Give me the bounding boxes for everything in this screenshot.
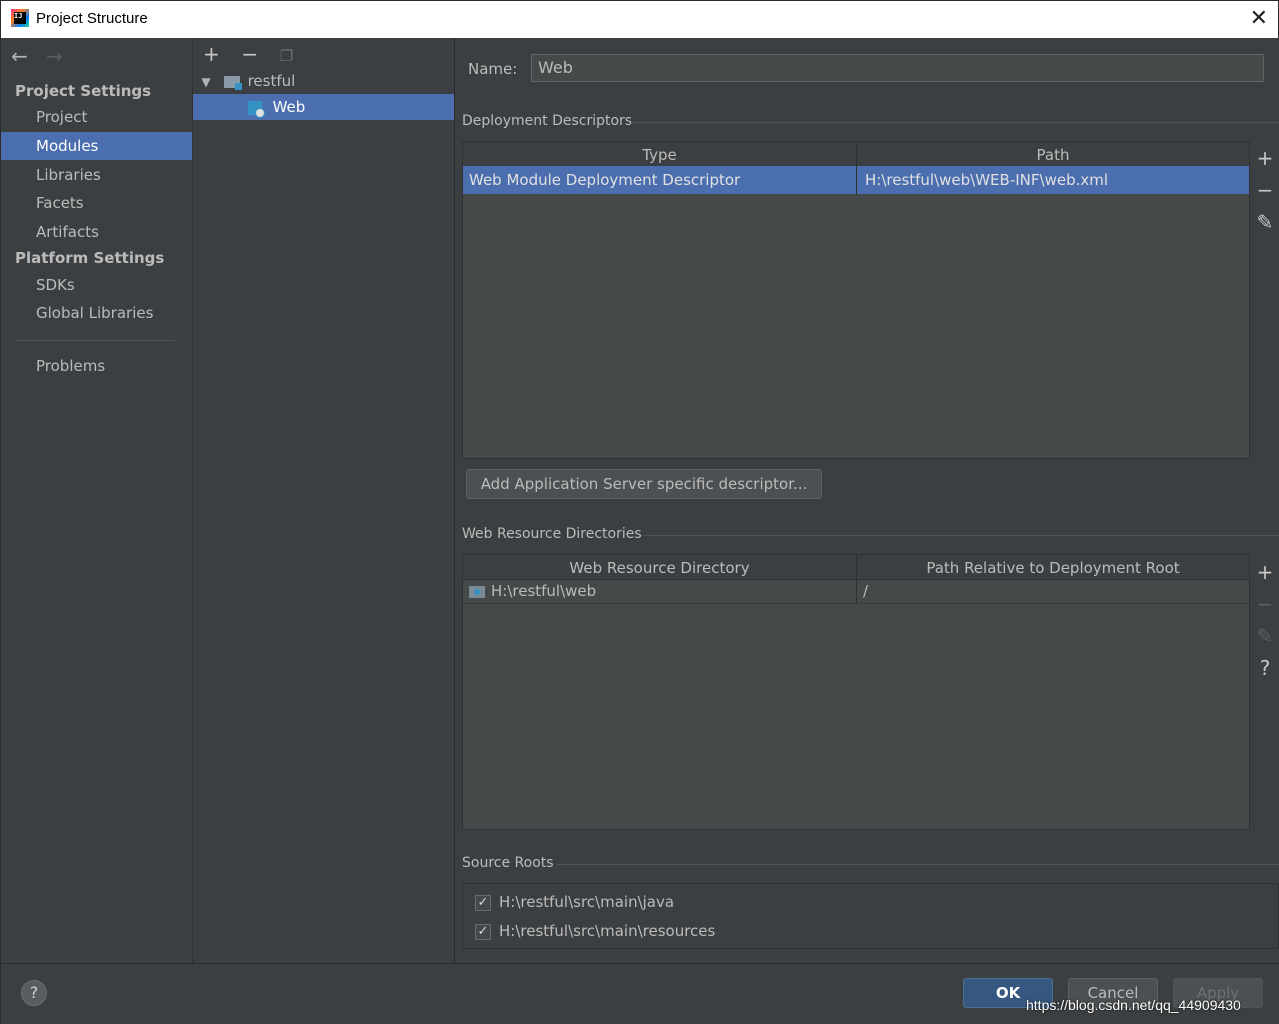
table-header: Web Resource Directory Path Relative to … — [463, 555, 1249, 580]
divider — [556, 864, 1279, 865]
project-structure-dialog: IJ Project Structure ✕ ← → Project Setti… — [0, 0, 1279, 1024]
forward-arrow-icon[interactable]: → — [46, 44, 63, 68]
watermark-text: https://blog.csdn.net/qq_44909430 — [1026, 997, 1241, 1013]
tree-node-label: Web — [272, 98, 306, 116]
nav-item-libraries[interactable]: Libraries — [1, 161, 192, 189]
project-settings-heading: Project Settings — [15, 82, 152, 100]
source-root-java-checkbox[interactable]: ✓ — [475, 895, 491, 911]
platform-settings-heading: Platform Settings — [15, 249, 165, 267]
nav-item-project[interactable]: Project — [1, 103, 192, 131]
web-folder-icon — [469, 585, 485, 598]
nav-arrows: ← → — [11, 44, 75, 68]
web-resource-directories-table: Web Resource Directory Path Relative to … — [462, 554, 1250, 830]
web-resource-directory-value: H:\restful\web — [491, 582, 597, 600]
remove-icon[interactable]: − — [241, 42, 273, 66]
descriptor-path-cell: H:\restful\web\WEB-INF\web.xml — [865, 171, 1109, 189]
divider — [642, 535, 1279, 536]
tree-node-web[interactable]: Web — [193, 94, 454, 120]
copy-icon[interactable]: ❐ — [280, 47, 312, 65]
deployment-tools: + − ✎ — [1252, 142, 1278, 238]
name-input[interactable]: Web — [531, 54, 1264, 82]
source-roots-heading: Source Roots — [462, 855, 554, 871]
window-title: Project Structure — [36, 10, 148, 27]
relative-path-cell: / — [863, 582, 869, 600]
name-label: Name: — [468, 60, 518, 78]
add-icon[interactable]: + — [203, 42, 235, 66]
source-roots-list: ✓ H:\restful\src\main\java ✓ H:\restful\… — [462, 883, 1279, 949]
source-root-resources-label: H:\restful\src\main\resources — [499, 922, 716, 940]
nav-item-modules[interactable]: Modules — [1, 132, 192, 160]
column-relative-path[interactable]: Path Relative to Deployment Root — [857, 555, 1249, 579]
help-icon[interactable]: ? — [1252, 652, 1278, 684]
remove-descriptor-icon[interactable]: − — [1252, 174, 1278, 206]
back-arrow-icon[interactable]: ← — [11, 44, 28, 68]
table-row[interactable]: Web Module Deployment Descriptor H:\rest… — [463, 166, 1249, 194]
web-resource-directories-heading: Web Resource Directories — [462, 526, 642, 542]
deployment-descriptors-table: Type Path Web Module Deployment Descript… — [462, 141, 1250, 459]
table-header: Type Path — [463, 142, 1249, 167]
dialog-footer: ? OK Cancel Apply https://blog.csdn.net/… — [1, 963, 1279, 1024]
nav-item-global-libraries[interactable]: Global Libraries — [1, 299, 192, 327]
deployment-descriptors-heading: Deployment Descriptors — [462, 113, 633, 129]
nav-item-artifacts[interactable]: Artifacts — [1, 218, 192, 246]
web-facet-icon — [247, 100, 265, 118]
nav-item-sdks[interactable]: SDKs — [1, 271, 192, 299]
help-button[interactable]: ? — [21, 980, 47, 1006]
tree-node-restful[interactable]: ▼ restful — [193, 68, 454, 94]
column-web-resource-directory[interactable]: Web Resource Directory — [463, 555, 857, 579]
web-resource-directory-cell: H:\restful\web — [463, 579, 857, 603]
edit-web-resource-icon[interactable]: ✎ — [1252, 620, 1278, 652]
table-row[interactable]: H:\restful\web / — [463, 579, 1249, 604]
column-path[interactable]: Path — [857, 142, 1249, 166]
tree-node-label: restful — [247, 72, 296, 90]
module-tree-panel: + − ❐ ▼ restful Web — [193, 38, 455, 963]
edit-descriptor-icon[interactable]: ✎ — [1252, 206, 1278, 238]
nav-item-facets[interactable]: Facets — [1, 189, 192, 217]
descriptor-type-cell: Web Module Deployment Descriptor — [463, 166, 857, 194]
nav-divider — [15, 340, 175, 341]
settings-nav: ← → Project Settings Project Modules Lib… — [1, 38, 193, 963]
title-bar: IJ Project Structure ✕ — [1, 1, 1278, 38]
add-server-descriptor-button[interactable]: Add Application Server specific descript… — [466, 469, 822, 499]
facet-editor: Name: Web Deployment Descriptors Type Pa… — [456, 38, 1279, 963]
source-root-java-label: H:\restful\src\main\java — [499, 893, 675, 911]
module-folder-icon — [223, 75, 242, 90]
remove-web-resource-icon[interactable]: − — [1252, 588, 1278, 620]
web-resource-tools: + − ✎ ? — [1252, 556, 1278, 684]
column-type[interactable]: Type — [463, 142, 857, 166]
expand-arrow-icon[interactable]: ▼ — [193, 69, 219, 95]
add-web-resource-icon[interactable]: + — [1252, 556, 1278, 588]
nav-item-problems[interactable]: Problems — [1, 352, 192, 380]
add-descriptor-icon[interactable]: + — [1252, 142, 1278, 174]
close-icon[interactable]: ✕ — [1250, 6, 1268, 31]
intellij-logo-icon: IJ — [11, 9, 29, 27]
source-root-resources-checkbox[interactable]: ✓ — [475, 924, 491, 940]
tree-toolbar: + − ❐ — [203, 42, 312, 66]
divider — [631, 122, 1279, 123]
